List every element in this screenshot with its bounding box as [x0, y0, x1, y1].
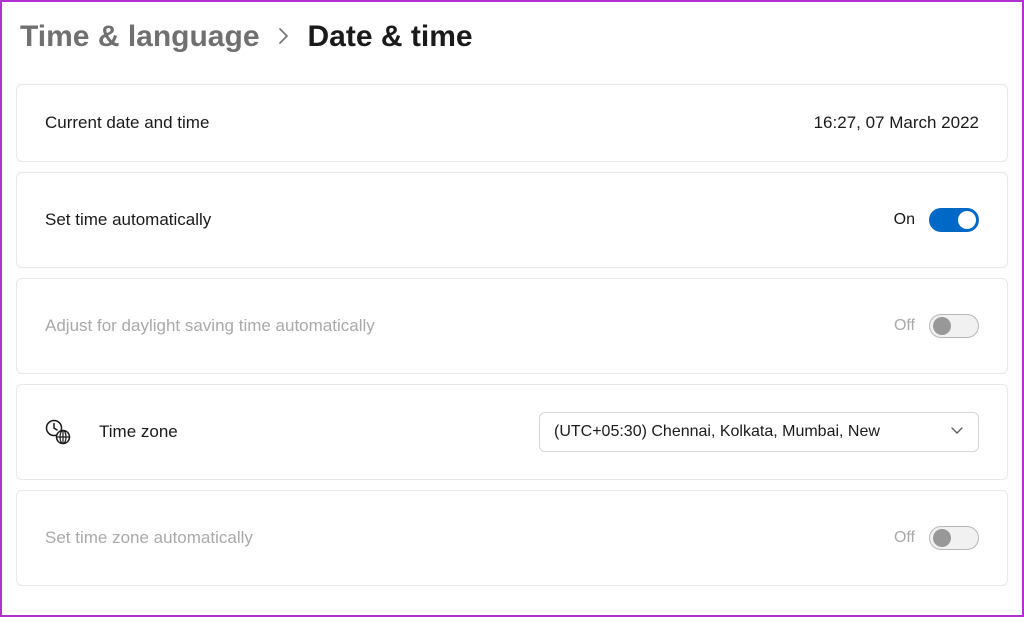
set-tz-auto-toggle: [929, 526, 979, 550]
row-dst-auto: Adjust for daylight saving time automati…: [16, 278, 1008, 374]
set-time-auto-label: Set time automatically: [45, 210, 211, 230]
row-set-time-automatically: Set time automatically On: [16, 172, 1008, 268]
dst-auto-state: Off: [894, 317, 915, 335]
page-title: Date & time: [308, 20, 473, 54]
dst-auto-label: Adjust for daylight saving time automati…: [45, 316, 375, 336]
dst-auto-toggle: [929, 314, 979, 338]
row-time-zone: Time zone (UTC+05:30) Chennai, Kolkata, …: [16, 384, 1008, 480]
set-time-auto-state: On: [894, 211, 915, 229]
clock-globe-icon: [45, 419, 71, 445]
time-zone-selected: (UTC+05:30) Chennai, Kolkata, Mumbai, Ne…: [554, 423, 936, 441]
current-datetime-value: 16:27, 07 March 2022: [814, 113, 979, 133]
time-zone-dropdown[interactable]: (UTC+05:30) Chennai, Kolkata, Mumbai, Ne…: [539, 412, 979, 452]
row-current-datetime: Current date and time 16:27, 07 March 20…: [16, 84, 1008, 162]
set-time-auto-toggle[interactable]: [929, 208, 979, 232]
chevron-right-icon: [278, 24, 290, 50]
set-tz-auto-state: Off: [894, 529, 915, 547]
current-datetime-label: Current date and time: [45, 113, 209, 133]
chevron-down-icon: [950, 423, 964, 441]
row-set-tz-automatically: Set time zone automatically Off: [16, 490, 1008, 586]
breadcrumb: Time & language Date & time: [16, 20, 1008, 54]
time-zone-label: Time zone: [99, 422, 178, 442]
set-tz-auto-label: Set time zone automatically: [45, 528, 253, 548]
breadcrumb-parent[interactable]: Time & language: [20, 20, 260, 54]
